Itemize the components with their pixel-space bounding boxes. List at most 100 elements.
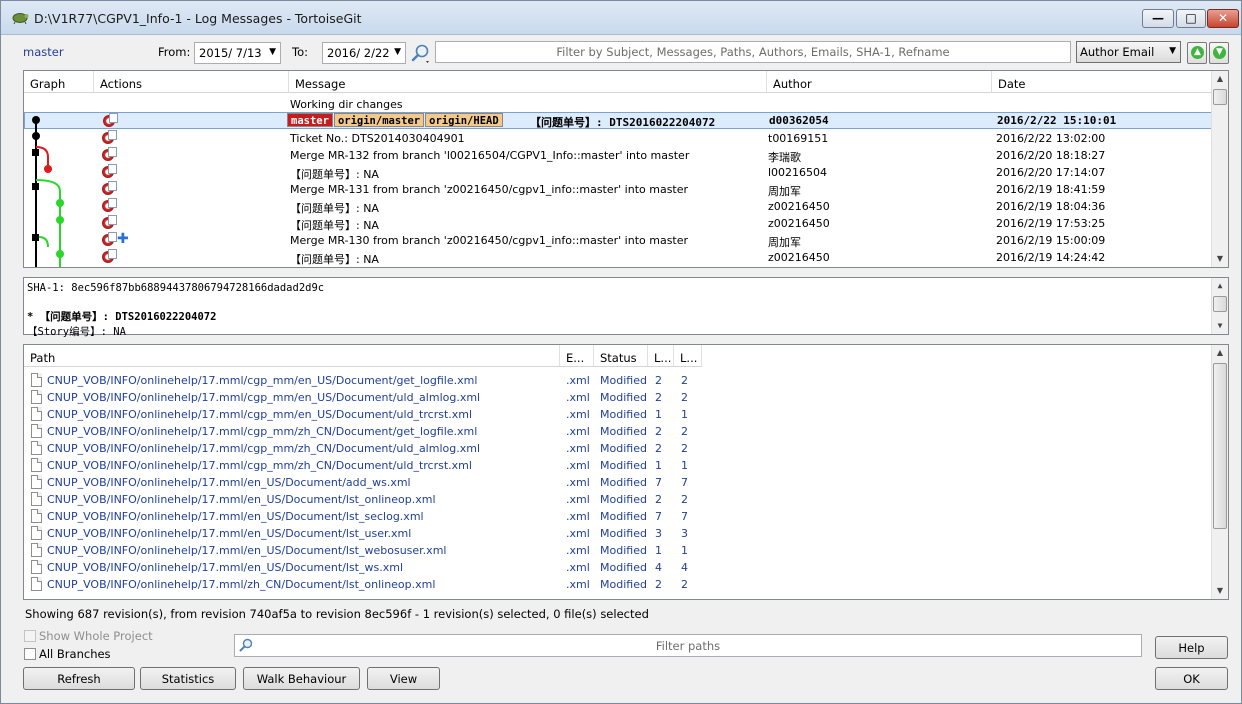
file-path: CNUP_VOB/INFO/onlinehelp/17.mml/en_US/Do… <box>47 510 424 523</box>
column-header-status[interactable]: Status <box>594 345 648 367</box>
revision-row[interactable]: 【问题单号】: NA z00216450 2016/2/19 14:24:42 <box>24 249 1212 266</box>
column-header-actions[interactable]: Actions <box>94 71 289 93</box>
file-row[interactable]: CNUP_VOB/INFO/onlinehelp/17.mml/cgp_mm/e… <box>24 372 1212 389</box>
file-row[interactable]: CNUP_VOB/INFO/onlinehelp/17.mml/cgp_mm/e… <box>24 389 1212 406</box>
scroll-up-icon[interactable]: ▲ <box>1212 71 1228 87</box>
file-status: Modified <box>600 391 647 404</box>
file-status: Modified <box>600 425 647 438</box>
scroll-down-icon[interactable]: ▼ <box>1212 251 1228 267</box>
lines-removed: 1 <box>681 408 688 421</box>
next-button[interactable]: ▼ <box>1209 42 1229 64</box>
file-extension: .xml <box>566 459 590 472</box>
scroll-thumb[interactable] <box>1213 89 1227 105</box>
path-filter-placeholder: Filter paths <box>655 639 721 653</box>
files-scrollbar[interactable]: ▲ ▼ <box>1211 345 1228 599</box>
search-icon[interactable] <box>409 41 433 65</box>
from-date-picker[interactable]: 2015/ 7/13 ▼ <box>194 42 281 64</box>
file-row[interactable]: CNUP_VOB/INFO/onlinehelp/17.mml/en_US/Do… <box>24 542 1212 559</box>
help-button[interactable]: Help <box>1155 636 1228 659</box>
file-path: CNUP_VOB/INFO/onlinehelp/17.mml/cgp_mm/e… <box>47 391 481 404</box>
file-icon <box>31 441 42 455</box>
close-button[interactable]: ✕ <box>1207 9 1239 28</box>
statistics-button[interactable]: Statistics <box>140 667 236 690</box>
file-extension: .xml <box>566 391 590 404</box>
revision-row[interactable]: ✚ Merge MR-130 from branch 'z00216450/cgp… <box>24 231 1212 249</box>
to-date-picker[interactable]: 2016/ 2/22 ▼ <box>322 42 406 64</box>
scroll-thumb[interactable] <box>1213 296 1227 312</box>
log-filter-input[interactable]: Filter by Subject, Messages, Paths, Auth… <box>435 41 1071 63</box>
file-row[interactable]: CNUP_VOB/INFO/onlinehelp/17.mml/cgp_mm/z… <box>24 440 1212 457</box>
column-header-author[interactable]: Author <box>767 71 992 93</box>
revision-row[interactable]: 【问题单号】: NA l00216504 2016/2/20 17:14:07 <box>24 164 1212 181</box>
lines-added: 7 <box>655 476 662 489</box>
show-whole-project-checkbox[interactable]: Show Whole Project <box>24 629 153 643</box>
revision-date: 2016/2/19 17:53:25 <box>996 217 1106 230</box>
minimize-button[interactable]: — <box>1142 9 1174 28</box>
file-row[interactable]: CNUP_VOB/INFO/onlinehelp/17.mml/en_US/Do… <box>24 525 1212 542</box>
file-icon <box>31 543 42 557</box>
scroll-thumb[interactable] <box>1213 363 1227 529</box>
all-branches-checkbox[interactable]: All Branches <box>24 647 111 661</box>
column-header-message[interactable]: Message <box>289 71 767 93</box>
lines-removed: 2 <box>681 425 688 438</box>
column-header-extension[interactable]: E... <box>560 345 594 367</box>
title-bar[interactable]: D:\V1R77\CGPV1_Info-1 - Log Messages - T… <box>1 1 1241 35</box>
revision-row[interactable]: 【问题单号】: NA z00216450 2016/2/19 17:53:25 <box>24 215 1212 232</box>
column-header-date[interactable]: Date <box>992 71 1212 93</box>
lines-added: 2 <box>655 578 662 591</box>
previous-button[interactable]: ▲ <box>1187 42 1207 64</box>
green-up-arrow-icon: ▲ <box>1191 46 1204 59</box>
message-scrollbar[interactable]: ▲ ▼ <box>1211 278 1228 334</box>
revision-message: Merge MR-132 from branch 'l00216504/CGPV… <box>290 149 690 162</box>
scroll-up-icon[interactable]: ▲ <box>1212 278 1228 294</box>
file-row[interactable]: CNUP_VOB/INFO/onlinehelp/17.mml/en_US/Do… <box>24 508 1212 525</box>
selected-revision-row[interactable]: master origin/master origin/HEAD 【问题单号】: D… <box>24 112 1212 129</box>
file-status: Modified <box>600 510 647 523</box>
checkbox-icon <box>24 648 36 660</box>
file-row[interactable]: CNUP_VOB/INFO/onlinehelp/17.mml/cgp_mm/z… <box>24 423 1212 440</box>
revision-row[interactable]: Ticket No.: DTS2014030404901 t00169151 201… <box>24 130 1212 147</box>
column-header-lines-added[interactable]: L... <box>648 345 674 367</box>
revision-row[interactable]: Merge MR-131 from branch 'z00216450/cgpv… <box>24 181 1212 198</box>
refresh-button[interactable]: Refresh <box>23 667 135 690</box>
working-dir-row[interactable]: Working dir changes <box>24 96 1212 113</box>
commit-message-panel[interactable]: SHA-1: 8ec596f87bb68894437806794728166da… <box>23 277 1229 338</box>
revision-date: 2016/2/20 18:18:27 <box>996 149 1106 162</box>
view-button[interactable]: View <box>367 667 440 690</box>
filter-field-select[interactable]: Author Email ▼ <box>1076 41 1181 63</box>
file-row[interactable]: CNUP_VOB/INFO/onlinehelp/17.mml/cgp_mm/e… <box>24 406 1212 423</box>
file-row[interactable]: CNUP_VOB/INFO/onlinehelp/17.mml/en_US/Do… <box>24 474 1212 491</box>
revision-row[interactable]: Merge MR-132 from branch 'l00216504/CGPV… <box>24 147 1212 164</box>
walk-behaviour-button[interactable]: Walk Behaviour <box>243 667 360 690</box>
path-filter-input[interactable]: Filter paths <box>234 634 1142 657</box>
file-path: CNUP_VOB/INFO/onlinehelp/17.mml/cgp_mm/e… <box>47 374 478 387</box>
scroll-down-icon[interactable]: ▼ <box>1212 318 1228 334</box>
file-row[interactable]: CNUP_VOB/INFO/onlinehelp/17.mml/en_US/Do… <box>24 491 1212 508</box>
branch-link[interactable]: master <box>23 45 64 59</box>
lines-added: 1 <box>655 459 662 472</box>
file-row[interactable]: CNUP_VOB/INFO/onlinehelp/17.mml/cgp_mm/z… <box>24 457 1212 474</box>
scroll-up-icon[interactable]: ▲ <box>1212 345 1228 361</box>
file-icon <box>31 492 42 506</box>
column-header-graph[interactable]: Graph <box>24 71 94 93</box>
file-extension: .xml <box>566 442 590 455</box>
revision-message: 【问题单号】: NA <box>290 253 379 266</box>
scroll-down-icon[interactable]: ▼ <box>1212 583 1228 599</box>
column-header-path[interactable]: Path <box>24 345 560 367</box>
file-status: Modified <box>600 527 647 540</box>
file-row[interactable]: CNUP_VOB/INFO/onlinehelp/17.mml/zh_CN/Do… <box>24 576 1212 593</box>
maximize-icon: □ <box>1185 11 1197 25</box>
revision-date: 2016/2/22 15:10:01 <box>997 114 1117 127</box>
lines-removed: 2 <box>681 578 688 591</box>
file-row[interactable]: CNUP_VOB/INFO/onlinehelp/17.mml/en_US/Do… <box>24 559 1212 576</box>
revision-list-scrollbar[interactable]: ▲ ▼ <box>1211 71 1228 267</box>
maximize-button[interactable]: □ <box>1176 9 1206 28</box>
lines-removed: 3 <box>681 527 688 540</box>
revision-row[interactable]: 【问题单号】: NA z00216450 2016/2/19 18:04:36 <box>24 198 1212 215</box>
ok-button[interactable]: OK <box>1155 667 1228 690</box>
column-header-lines-removed[interactable]: L... <box>674 345 702 367</box>
message-line-2: 【Story编号】: NA <box>27 326 126 338</box>
revision-list[interactable]: Graph Actions Message Author Date Workin… <box>23 70 1229 268</box>
lines-added: 4 <box>655 561 662 574</box>
changed-files-list[interactable]: Path E... Status L... L... CNUP_VOB/INFO… <box>23 344 1229 600</box>
